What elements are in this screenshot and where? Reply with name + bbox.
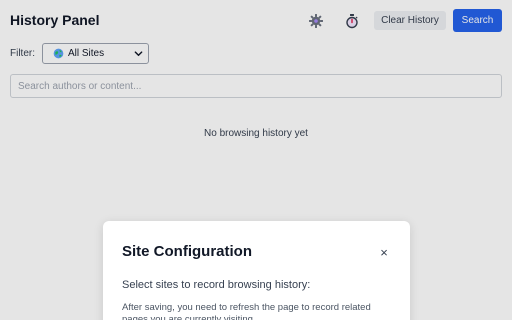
dialog-subtitle: Select sites to record browsing history:: [122, 279, 311, 291]
dialog-title: Site Configuration: [122, 243, 252, 260]
site-configuration-dialog: Site Configuration × Select sites to rec…: [103, 221, 410, 320]
close-icon[interactable]: ×: [377, 245, 391, 260]
dialog-note: After saving, you need to refresh the pa…: [122, 302, 371, 320]
